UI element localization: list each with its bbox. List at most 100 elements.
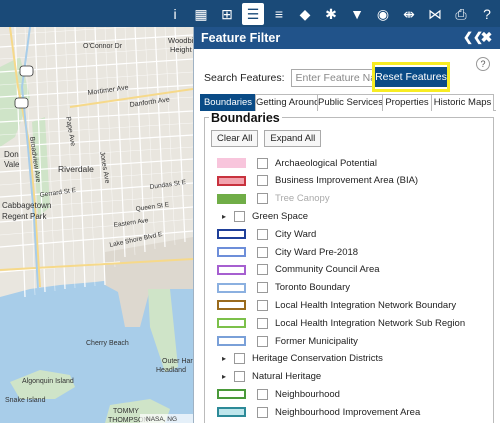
layer-row[interactable]: Former Municipality xyxy=(217,334,358,348)
map-label-don-vale: Don Vale xyxy=(4,150,20,169)
layer-label: Green Space xyxy=(252,210,308,222)
expand-triangle-icon[interactable]: ▸ xyxy=(219,212,229,221)
layer-label: Tree Canopy xyxy=(275,193,330,205)
layer-swatch xyxy=(217,193,246,204)
layer-checkbox[interactable] xyxy=(234,353,245,365)
layer-row[interactable]: City Ward xyxy=(217,227,316,241)
layer-row[interactable]: Local Health Integration Network Sub Reg… xyxy=(217,316,465,330)
layer-row[interactable]: Neighbourhood Improvement Area xyxy=(217,405,420,419)
search-label: Search Features: xyxy=(204,72,285,84)
map-canvas[interactable]: O'Connor Dr Woodbi Height Mortimer Ave Da… xyxy=(0,27,193,423)
close-icon[interactable]: ✖ xyxy=(479,30,494,45)
layer-row[interactable]: Business Improvement Area (BIA) xyxy=(217,174,418,188)
legend-list-icon[interactable]: ≡ xyxy=(268,3,290,25)
education-icon[interactable]: ◆ xyxy=(294,3,316,25)
layer-swatch xyxy=(217,389,246,400)
tab-historic-maps[interactable]: Historic Maps xyxy=(431,94,494,111)
layer-row[interactable]: ▸ Natural Heritage xyxy=(219,370,321,384)
share-icon[interactable]: ⋈ xyxy=(424,3,446,25)
filter-buttons: Clear All Expand All xyxy=(211,130,327,147)
map-label-algonquin: Algonquin Island xyxy=(22,378,74,385)
layer-row[interactable]: Community Council Area xyxy=(217,263,380,277)
tab-public-services[interactable]: Public Services xyxy=(317,94,383,111)
layer-swatch xyxy=(217,282,246,293)
layer-checkbox[interactable] xyxy=(257,264,268,276)
layer-checkbox[interactable] xyxy=(257,246,268,258)
layer-checkbox[interactable] xyxy=(257,317,268,329)
layer-checkbox[interactable] xyxy=(257,175,268,187)
boundaries-fieldset: Boundaries Clear All Expand All Archaeol… xyxy=(204,111,494,423)
layer-row[interactable]: ▸ Heritage Conservation Districts xyxy=(219,352,383,366)
layer-checkbox[interactable] xyxy=(257,406,268,418)
tab-getting-around[interactable]: Getting Around xyxy=(255,94,319,111)
layer-label: Local Health Integration Network Boundar… xyxy=(275,299,457,311)
layer-checkbox[interactable] xyxy=(257,282,268,294)
expand-triangle-icon[interactable]: ▸ xyxy=(219,372,229,381)
layer-label: Heritage Conservation Districts xyxy=(252,353,383,365)
layer-checkbox[interactable] xyxy=(234,371,245,383)
bookmark-icon[interactable]: ▼ xyxy=(346,3,368,25)
map-label-regent-park: Regent Park xyxy=(2,212,47,221)
panel-title: Feature Filter xyxy=(201,31,281,45)
toolbar-icons: i ▦ ⊞ ☰ ≡ ◆ ✱ ▼ ◉ ⇼ ⋈ ⎙? xyxy=(162,0,500,27)
location-icon[interactable]: ◉ xyxy=(372,3,394,25)
map-label-cherry-beach: Cherry Beach xyxy=(86,340,129,347)
info-icon[interactable]: i xyxy=(164,3,186,25)
split-view-icon[interactable]: ⇼ xyxy=(398,3,420,25)
tab-boundaries[interactable]: Boundaries xyxy=(200,94,256,111)
map-attribution: NASA, NG xyxy=(146,416,177,423)
map-label-riverdale: Riverdale xyxy=(58,164,94,174)
layer-checkbox[interactable] xyxy=(257,388,268,400)
layer-label: Community Council Area xyxy=(275,264,380,276)
section-title: Boundaries xyxy=(209,111,282,125)
help-icon[interactable]: ? xyxy=(476,3,498,25)
layer-checkbox[interactable] xyxy=(257,299,268,311)
basemap-grid-icon[interactable]: ▦ xyxy=(190,3,212,25)
layer-row[interactable]: Archaeological Potential xyxy=(217,156,377,170)
layer-row[interactable]: Neighbourhood xyxy=(217,387,340,401)
clear-all-button[interactable]: Clear All xyxy=(211,130,259,147)
panel-help-icon[interactable]: ? xyxy=(476,57,490,71)
layer-row[interactable]: Toronto Boundary xyxy=(217,281,350,295)
layer-list-icon[interactable]: ☰ xyxy=(242,2,264,25)
layer-label: Neighbourhood xyxy=(275,388,340,400)
layer-checkbox[interactable] xyxy=(257,157,268,169)
layer-label: Former Municipality xyxy=(275,335,358,347)
layer-checkbox[interactable] xyxy=(257,228,268,240)
layer-swatch xyxy=(217,229,246,240)
layer-label: City Ward xyxy=(275,228,317,240)
layer-swatch xyxy=(217,247,246,257)
layer-checkbox[interactable] xyxy=(257,193,268,205)
search-row: Search Features: xyxy=(204,69,398,87)
layer-row[interactable]: Tree Canopy xyxy=(217,192,330,206)
print-icon[interactable]: ⎙ xyxy=(450,3,472,25)
select-features-icon[interactable]: ⊞ xyxy=(216,3,238,25)
layer-swatch xyxy=(217,300,246,311)
feature-filter-panel: Feature Filter ❮❮ ✖ ? Search Features: R… xyxy=(193,27,500,423)
layer-label: Natural Heritage xyxy=(252,371,322,383)
layer-swatch xyxy=(217,158,246,168)
layer-label: Business Improvement Area (BIA) xyxy=(275,175,419,187)
layer-checkbox[interactable] xyxy=(234,210,245,222)
map-label-cabbagetown: Cabbagetown xyxy=(2,201,51,210)
reset-features-button[interactable]: Reset Features xyxy=(375,67,447,87)
tools-icon[interactable]: ✱ xyxy=(320,3,342,25)
layer-checkbox[interactable] xyxy=(257,335,268,347)
layer-swatch xyxy=(217,336,246,346)
map-label-oconnor: O'Connor Dr xyxy=(83,43,123,50)
layer-label: Archaeological Potential xyxy=(275,157,377,169)
panel-header: Feature Filter ❮❮ ✖ xyxy=(194,27,500,49)
tab-properties[interactable]: Properties xyxy=(382,94,432,111)
top-toolbar: i ▦ ⊞ ☰ ≡ ◆ ✱ ▼ ◉ ⇼ ⋈ ⎙? xyxy=(0,0,500,27)
collapse-icon[interactable]: ❮❮ xyxy=(463,30,483,45)
layer-swatch xyxy=(217,318,246,329)
expand-all-button[interactable]: Expand All xyxy=(264,130,322,147)
layer-row[interactable]: ▸ Green Space xyxy=(219,209,308,223)
layer-label: Neighbourhood Improvement Area xyxy=(275,406,421,418)
expand-triangle-icon[interactable]: ▸ xyxy=(219,354,229,363)
layer-row[interactable]: City Ward Pre-2018 xyxy=(217,245,358,259)
map-label-woodbine: Woodbi Height xyxy=(168,36,193,54)
map-view[interactable]: O'Connor Dr Woodbi Height Mortimer Ave Da… xyxy=(0,27,193,423)
category-tabs: Boundaries Getting Around Public Service… xyxy=(200,94,496,111)
layer-row[interactable]: Local Health Integration Network Boundar… xyxy=(217,298,456,312)
